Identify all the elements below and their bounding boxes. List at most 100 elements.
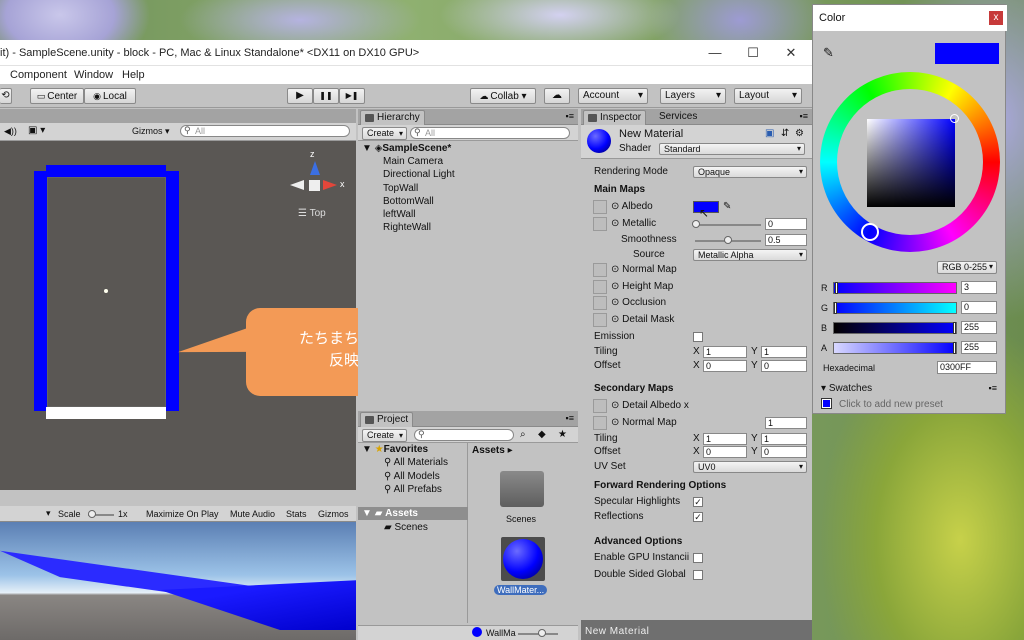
menu-component[interactable]: Component	[10, 69, 67, 81]
sec-normal-value-field[interactable]: 1	[765, 417, 807, 429]
scene-search-input[interactable]: All	[180, 125, 350, 137]
collab-button[interactable]: ☁ Collab ▾	[470, 88, 536, 104]
eyedropper-icon[interactable]: ✎	[723, 200, 731, 214]
project-search-input[interactable]	[414, 429, 514, 441]
step-button[interactable]: ▶❚	[339, 88, 365, 104]
scale-slider-knob[interactable]	[88, 510, 96, 518]
tiling-y-field[interactable]: 1	[761, 346, 807, 358]
metallic-texture-slot[interactable]	[593, 217, 607, 231]
specular-checkbox[interactable]: ✓	[693, 497, 703, 507]
g-value-field[interactable]: 0	[961, 301, 997, 314]
minimize-button[interactable]: —	[700, 44, 730, 62]
hierarchy-menu-icon[interactable]: ▪≡	[566, 111, 574, 121]
detail-mask-slot[interactable]	[593, 313, 607, 327]
scene-gizmos-dropdown[interactable]: Gizmos ▾	[132, 126, 170, 137]
scenes-folder-icon[interactable]	[500, 471, 544, 507]
metallic-value-field[interactable]: 0	[765, 218, 807, 230]
detail-albedo-slot[interactable]	[593, 399, 607, 413]
left-wall[interactable]	[34, 171, 47, 411]
saturation-value-square[interactable]	[867, 119, 955, 207]
hierarchy-item-topwall[interactable]: TopWall	[383, 182, 418, 195]
metallic-slider-track[interactable]	[695, 224, 761, 226]
tab-services[interactable]: Services	[655, 110, 701, 125]
stats-toggle[interactable]: Stats	[286, 509, 307, 519]
game-viewport[interactable]	[0, 522, 356, 640]
pivot-center-button[interactable]: ▭ Center	[30, 88, 84, 104]
mute-audio-toggle[interactable]: Mute Audio	[230, 509, 275, 519]
preview-footer[interactable]: New Material	[581, 620, 812, 640]
normal-map-slot[interactable]	[593, 263, 607, 277]
sec-normal-map-slot[interactable]	[593, 416, 607, 430]
a-value-field[interactable]: 255	[961, 341, 997, 354]
g-slider-handle[interactable]	[834, 302, 837, 314]
swatches-menu-icon[interactable]: ▪≡	[989, 383, 997, 393]
tab-project[interactable]: Project	[360, 412, 414, 427]
b-slider-handle[interactable]	[953, 322, 956, 334]
favorite-all-prefabs[interactable]: ⚲ All Prefabs	[384, 483, 442, 496]
occlusion-slot[interactable]	[593, 296, 607, 310]
add-preset-label[interactable]: Click to add new preset	[839, 399, 943, 410]
scenes-folder-item[interactable]: ▰ Scenes	[384, 521, 428, 534]
scene-root-item[interactable]: ▼ ◈SampleScene*	[362, 142, 451, 155]
preset-swatch[interactable]	[821, 398, 832, 409]
tiling-x-field[interactable]: 1	[703, 346, 747, 358]
r-value-field[interactable]: 3	[961, 281, 997, 294]
hierarchy-create-dropdown[interactable]: Create	[362, 127, 408, 140]
thumbnail-size-knob[interactable]	[538, 629, 546, 637]
double-sided-checkbox[interactable]	[693, 570, 703, 580]
project-menu-icon[interactable]: ▪≡	[566, 413, 574, 423]
top-wall[interactable]	[46, 165, 166, 177]
rendering-mode-dropdown[interactable]: Opaque	[693, 166, 807, 178]
assets-folder-item[interactable]: ▼ ▰ Assets	[358, 507, 468, 520]
r-slider[interactable]	[833, 282, 957, 294]
sec-tiling-x-field[interactable]: 1	[703, 433, 747, 445]
layers-dropdown[interactable]: Layers ▾	[660, 88, 726, 104]
hierarchy-item-directional-light[interactable]: Directional Light	[383, 168, 455, 181]
source-dropdown[interactable]: Metallic Alpha	[693, 249, 807, 261]
hierarchy-item-leftwall[interactable]: leftWall	[383, 208, 415, 221]
assets-breadcrumb[interactable]: Assets ▸	[472, 445, 513, 456]
emission-checkbox[interactable]	[693, 332, 703, 342]
play-button[interactable]: ▶	[287, 88, 313, 104]
hue-cursor[interactable]	[861, 223, 879, 241]
hierarchy-item-bottomwall[interactable]: BottomWall	[383, 195, 434, 208]
orientation-gizmo[interactable]: z x ☰ Top	[290, 149, 350, 221]
favorites-item[interactable]: ▼ ★Favorites	[362, 443, 428, 456]
r-slider-handle[interactable]	[835, 282, 838, 294]
effects-toggle[interactable]: ▣ ▾	[28, 125, 45, 136]
close-window-button[interactable]: ✕	[776, 44, 806, 62]
favorite-all-materials[interactable]: ⚲ All Materials	[384, 456, 448, 469]
shader-dropdown[interactable]: Standard	[659, 143, 805, 155]
tool-handle-button[interactable]: ⟲	[0, 88, 12, 104]
sec-offset-y-field[interactable]: 0	[761, 446, 807, 458]
smoothness-value-field[interactable]: 0.5	[765, 234, 807, 246]
height-map-slot[interactable]	[593, 280, 607, 294]
favorite-star-icon[interactable]: ★	[558, 429, 567, 440]
filter-by-label-icon[interactable]: ◆	[538, 429, 546, 440]
project-create-dropdown[interactable]: Create	[362, 429, 408, 442]
smoothness-slider-knob[interactable]	[724, 236, 732, 244]
albedo-texture-slot[interactable]	[593, 200, 607, 214]
bottom-wall[interactable]	[46, 407, 166, 419]
g-slider[interactable]	[833, 302, 957, 314]
a-slider[interactable]	[833, 342, 957, 354]
pause-button[interactable]: ❚❚	[313, 88, 339, 104]
offset-y-field[interactable]: 0	[761, 360, 807, 372]
tab-hierarchy[interactable]: Hierarchy	[360, 110, 425, 125]
inspector-menu-icon[interactable]: ▪≡	[800, 111, 808, 121]
maximize-on-play-toggle[interactable]: Maximize On Play	[146, 509, 219, 519]
game-menu-arrow[interactable]: ▾	[46, 508, 51, 519]
sec-tiling-y-field[interactable]: 1	[761, 433, 807, 445]
audio-toggle[interactable]: ◀))	[4, 126, 17, 137]
sec-offset-x-field[interactable]: 0	[703, 446, 747, 458]
menu-window[interactable]: Window	[74, 69, 113, 81]
gear-icon[interactable]: ⚙	[795, 128, 804, 139]
game-gizmos-toggle[interactable]: Gizmos	[318, 509, 349, 519]
gpu-instancing-checkbox[interactable]	[693, 553, 703, 563]
a-slider-handle[interactable]	[953, 342, 956, 354]
sv-cursor[interactable]	[950, 114, 959, 123]
tab-inspector[interactable]: Inspector	[583, 110, 647, 125]
eyedropper-icon[interactable]: ✎	[823, 45, 834, 61]
account-dropdown[interactable]: Account ▾	[578, 88, 648, 104]
swatches-toggle[interactable]: ▾ Swatches	[821, 383, 872, 394]
